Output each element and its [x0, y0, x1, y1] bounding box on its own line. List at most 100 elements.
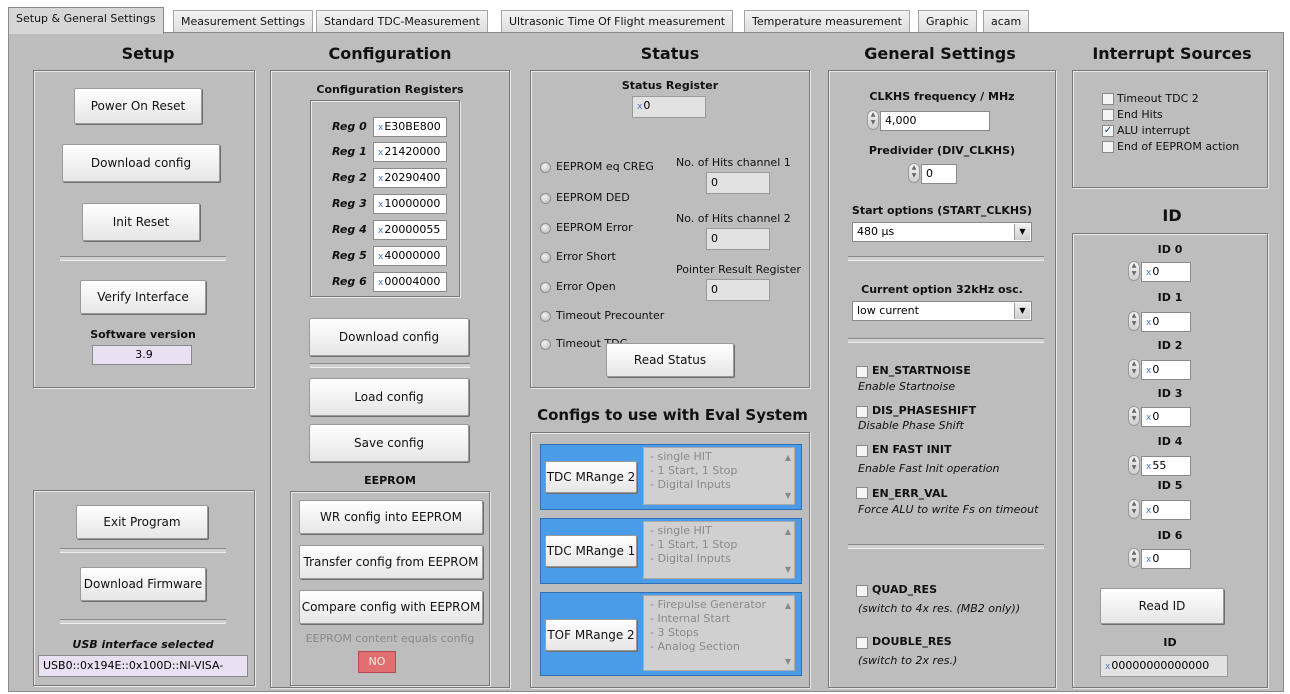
reg-3-field[interactable]: x10000000: [373, 194, 447, 214]
current-option-label: Current option 32kHz osc.: [861, 283, 1023, 296]
eval-config-item: TDC MRange 1 - single HIT - 1 Start, 1 S…: [540, 518, 802, 584]
interrupt-eeprom-checkbox[interactable]: [1102, 141, 1114, 153]
wr-config-eeprom-button[interactable]: WR config into EEPROM: [299, 500, 483, 534]
save-config-button[interactable]: Save config: [309, 424, 469, 462]
id-label: ID 2: [1157, 339, 1183, 352]
pointer-result-label: Pointer Result Register: [676, 263, 801, 276]
id-spinner-icon[interactable]: ▲ ▼: [1128, 311, 1140, 331]
scroll-up-icon[interactable]: ▲: [781, 601, 795, 610]
tof-mrange-2-button[interactable]: TOF MRange 2: [545, 619, 637, 651]
en-startnoise-checkbox[interactable]: [856, 366, 868, 378]
reg-label: Reg 1: [332, 145, 367, 158]
tab-acam[interactable]: acam: [983, 10, 1030, 33]
eval-config-item: TDC MRange 2 - single HIT - 1 Start, 1 S…: [540, 444, 802, 510]
config-download-config-button[interactable]: Download config: [309, 318, 469, 356]
id-label: ID 4: [1157, 435, 1183, 448]
chevron-down-icon[interactable]: ▼: [1014, 303, 1030, 319]
download-firmware-button[interactable]: Download Firmware: [80, 567, 206, 601]
transfer-config-eeprom-button[interactable]: Transfer config from EEPROM: [299, 545, 483, 579]
chevron-down-icon[interactable]: ▼: [1014, 224, 1030, 240]
clkhs-spinner-icon[interactable]: ▲ ▼: [867, 110, 879, 130]
id-spinner-icon[interactable]: ▲ ▼: [1128, 261, 1140, 281]
tab-graphic[interactable]: Graphic: [918, 10, 977, 33]
general-settings-heading: General Settings: [864, 44, 1016, 63]
id-label: ID 5: [1157, 479, 1183, 492]
reg-label: Reg 2: [332, 171, 367, 184]
reg-label: Reg 3: [332, 197, 367, 210]
en-startnoise-label: EN_STARTNOISE: [872, 364, 971, 377]
id-label: ID 0: [1157, 243, 1183, 256]
interrupt-label: End of EEPROM action: [1117, 140, 1240, 153]
reg-label: Reg 0: [332, 120, 367, 133]
power-on-reset-button[interactable]: Power On Reset: [74, 88, 202, 124]
interrupt-end-hits-checkbox[interactable]: [1102, 109, 1114, 121]
load-config-button[interactable]: Load config: [309, 378, 469, 416]
predivider-field[interactable]: 0: [921, 164, 957, 184]
read-id-button[interactable]: Read ID: [1100, 588, 1224, 624]
reg-5-field[interactable]: x40000000: [373, 246, 447, 266]
reg-label: Reg 4: [332, 223, 367, 236]
status-register-field: x0: [632, 96, 706, 118]
pointer-result-field: 0: [706, 279, 770, 301]
id-label: ID 3: [1157, 387, 1183, 400]
reg-6-field[interactable]: x00004000: [373, 272, 447, 292]
id-6-field[interactable]: x0: [1141, 549, 1191, 569]
reg-2-field[interactable]: x20290400: [373, 168, 447, 188]
id-spinner-icon[interactable]: ▲ ▼: [1128, 406, 1140, 426]
setup-download-config-button[interactable]: Download config: [62, 144, 220, 182]
clkhs-field[interactable]: 4,000: [880, 111, 990, 131]
tdc-mrange-2-button[interactable]: TDC MRange 2: [545, 461, 637, 493]
tab-standard-tdc[interactable]: Standard TDC-Measurement: [316, 10, 488, 33]
scroll-down-icon[interactable]: ▼: [781, 491, 795, 500]
id-4-field[interactable]: x55: [1141, 456, 1191, 476]
id-result-label: ID: [1163, 636, 1177, 649]
interrupt-alu-checkbox[interactable]: ✓: [1102, 125, 1114, 137]
init-reset-button[interactable]: Init Reset: [82, 203, 200, 241]
id-5-field[interactable]: x0: [1141, 500, 1191, 520]
reg-4-field[interactable]: x20000055: [373, 220, 447, 240]
setup-separator: [60, 256, 226, 261]
interrupt-timeout-checkbox[interactable]: [1102, 93, 1114, 105]
tab-measurement-settings[interactable]: Measurement Settings: [173, 10, 314, 33]
en-fast-init-checkbox[interactable]: [856, 445, 868, 457]
dis-phaseshift-checkbox[interactable]: [856, 406, 868, 418]
double-res-checkbox[interactable]: [856, 637, 868, 649]
id-0-field[interactable]: x0: [1141, 262, 1191, 282]
scroll-up-icon[interactable]: ▲: [781, 527, 795, 536]
tdc-mrange-1-button[interactable]: TDC MRange 1: [545, 535, 637, 567]
current-option-select[interactable]: low current ▼: [852, 301, 1032, 321]
id-spinner-icon[interactable]: ▲ ▼: [1128, 548, 1140, 568]
id-2-field[interactable]: x0: [1141, 360, 1191, 380]
scroll-down-icon[interactable]: ▼: [781, 565, 795, 574]
tab-setup-general[interactable]: Setup & General Settings: [8, 7, 164, 34]
usb-interface-field: USB0::0x194E::0x100D::NI-VISA-: [38, 655, 248, 677]
eeprom-title: EEPROM: [364, 474, 416, 487]
id-1-field[interactable]: x0: [1141, 312, 1191, 332]
predivider-spinner-icon[interactable]: ▲ ▼: [908, 163, 920, 183]
id-spinner-icon[interactable]: ▲ ▼: [1128, 455, 1140, 475]
reg-0-field[interactable]: xE30BE800: [373, 117, 447, 137]
scroll-down-icon[interactable]: ▼: [781, 657, 795, 666]
status-flag-label: Timeout Precounter: [556, 309, 665, 322]
exit-program-button[interactable]: Exit Program: [76, 505, 208, 539]
double-res-label: DOUBLE_RES: [872, 635, 952, 648]
id-result-field: x00000000000000: [1100, 655, 1228, 677]
en-err-val-label: EN_ERR_VAL: [872, 487, 948, 500]
compare-config-eeprom-button[interactable]: Compare config with EEPROM: [299, 590, 483, 624]
read-status-button[interactable]: Read Status: [606, 343, 734, 377]
reg-1-field[interactable]: x21420000: [373, 142, 447, 162]
verify-interface-button[interactable]: Verify Interface: [80, 280, 206, 314]
tab-temperature[interactable]: Temperature measurement: [744, 10, 910, 33]
en-err-val-checkbox[interactable]: [856, 487, 868, 499]
id-spinner-icon[interactable]: ▲ ▼: [1128, 359, 1140, 379]
start-options-select[interactable]: 480 µs ▼: [852, 222, 1032, 242]
eval-configs-heading: Configs to use with Eval System: [537, 406, 808, 424]
interrupt-sources-heading: Interrupt Sources: [1092, 44, 1252, 63]
hits-channel-1-label: No. of Hits channel 1: [676, 156, 791, 169]
id-spinner-icon[interactable]: ▲ ▼: [1128, 499, 1140, 519]
clkhs-label: CLKHS frequency / MHz: [869, 90, 1015, 103]
tab-ultrasonic-tof[interactable]: Ultrasonic Time Of Flight measurement: [501, 10, 734, 33]
quad-res-checkbox[interactable]: [856, 585, 868, 597]
id-3-field[interactable]: x0: [1141, 407, 1191, 427]
scroll-up-icon[interactable]: ▲: [781, 453, 795, 462]
